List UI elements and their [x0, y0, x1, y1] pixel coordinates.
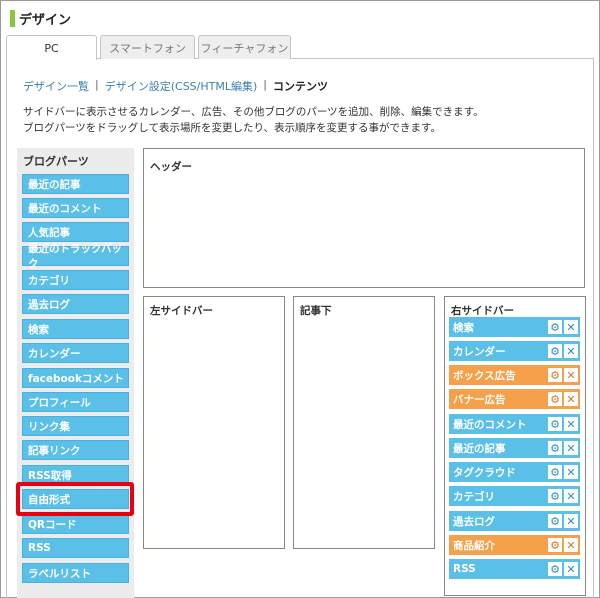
- breadcrumb-design-settings[interactable]: デザイン設定(CSS/HTML編集): [105, 78, 258, 94]
- tab-featurephone[interactable]: フィーチャフォン: [198, 35, 291, 59]
- right-part-archive[interactable]: 過去ログ ⚙ ✕: [449, 511, 580, 531]
- highlight-box-free-format: [16, 482, 134, 516]
- below-article-area[interactable]: 記事下: [293, 296, 435, 549]
- close-icon[interactable]: ✕: [564, 368, 578, 382]
- right-part-recent-articles[interactable]: 最近の記事 ⚙ ✕: [449, 438, 580, 458]
- blog-part-rss[interactable]: RSS: [22, 538, 129, 558]
- header-area-label: ヘッダー: [150, 161, 192, 173]
- right-part-label: 過去ログ: [453, 515, 495, 528]
- right-part-label: 最近の記事: [453, 442, 506, 455]
- right-part-label: 商品紹介: [453, 539, 495, 552]
- right-part-label: 最近のコメント: [453, 418, 527, 431]
- tab-pc[interactable]: PC: [6, 35, 97, 60]
- close-icon[interactable]: ✕: [564, 562, 578, 576]
- blog-part-popular-articles[interactable]: 人気記事: [22, 222, 129, 242]
- blog-part-facebook-comments[interactable]: facebookコメント: [22, 368, 129, 388]
- description-line-2: ブログパーツをドラッグして表示場所を変更したり、表示順序を変更する事ができます。: [23, 122, 442, 134]
- breadcrumb-design-list[interactable]: デザイン一覧: [23, 78, 89, 94]
- blog-part-recent-articles[interactable]: 最近の記事: [22, 174, 129, 194]
- blog-part-recent-trackbacks[interactable]: 最近のトラックバック: [22, 243, 129, 270]
- gear-icon[interactable]: ⚙: [548, 514, 562, 528]
- right-part-recent-comments[interactable]: 最近のコメント ⚙ ✕: [449, 414, 580, 434]
- right-part-label: RSS: [453, 563, 476, 575]
- below-article-label: 記事下: [300, 305, 332, 317]
- right-part-label: タグクラウド: [453, 466, 516, 479]
- description-line-1: サイドバーに表示させるカレンダー、広告、その他ブログのパーツを追加、削除、編集で…: [23, 106, 484, 118]
- left-sidebar-area[interactable]: 左サイドバー: [143, 296, 285, 549]
- close-icon[interactable]: ✕: [564, 392, 578, 406]
- gear-icon[interactable]: ⚙: [548, 320, 562, 334]
- right-part-box-ad[interactable]: ボックス広告 ⚙ ✕: [449, 365, 580, 385]
- gear-icon[interactable]: ⚙: [548, 417, 562, 431]
- right-part-label: カテゴリ: [453, 490, 495, 503]
- page-title: デザイン: [19, 12, 72, 28]
- device-tabs: PC スマートフォン フィーチャフォン: [6, 35, 294, 60]
- close-icon[interactable]: ✕: [564, 514, 578, 528]
- right-part-label: ボックス広告: [453, 369, 516, 382]
- close-icon[interactable]: ✕: [564, 441, 578, 455]
- breadcrumb: デザイン一覧 | デザイン設定(CSS/HTML編集) | コンテンツ: [23, 78, 328, 94]
- right-part-banner-ad[interactable]: バナー広告 ⚙ ✕: [449, 389, 580, 409]
- header-area[interactable]: ヘッダー: [143, 148, 585, 288]
- right-part-label: 検索: [453, 321, 474, 334]
- right-part-label: バナー広告: [453, 393, 506, 406]
- gear-icon[interactable]: ⚙: [548, 344, 562, 358]
- gear-icon[interactable]: ⚙: [548, 441, 562, 455]
- blog-part-links[interactable]: リンク集: [22, 416, 129, 436]
- close-icon[interactable]: ✕: [564, 489, 578, 503]
- blog-part-archive[interactable]: 過去ログ: [22, 294, 129, 314]
- left-sidebar-label: 左サイドバー: [150, 305, 213, 317]
- blog-parts-panel: ブログパーツ 最近の記事 最近のコメント 人気記事 最近のトラックバック カテゴ…: [17, 148, 134, 598]
- right-part-tag-cloud[interactable]: タグクラウド ⚙ ✕: [449, 462, 580, 482]
- gear-icon[interactable]: ⚙: [548, 489, 562, 503]
- right-part-category[interactable]: カテゴリ ⚙ ✕: [449, 486, 580, 506]
- right-sidebar-area[interactable]: 右サイドバー 検索 ⚙ ✕ カレンダー ⚙ ✕ ボックス広告 ⚙ ✕ バナー広告…: [444, 296, 586, 596]
- right-part-search[interactable]: 検索 ⚙ ✕: [449, 317, 580, 337]
- close-icon[interactable]: ✕: [564, 320, 578, 334]
- close-icon[interactable]: ✕: [564, 417, 578, 431]
- gear-icon[interactable]: ⚙: [548, 538, 562, 552]
- close-icon[interactable]: ✕: [564, 538, 578, 552]
- right-part-product[interactable]: 商品紹介 ⚙ ✕: [449, 535, 580, 555]
- right-part-label: カレンダー: [453, 345, 506, 358]
- gear-icon[interactable]: ⚙: [548, 392, 562, 406]
- heading-accent-bar: [10, 9, 15, 27]
- gear-icon[interactable]: ⚙: [548, 368, 562, 382]
- right-part-rss[interactable]: RSS ⚙ ✕: [449, 559, 580, 579]
- blog-part-recent-comments[interactable]: 最近のコメント: [22, 198, 129, 218]
- blog-part-label-list[interactable]: ラベルリスト: [22, 563, 129, 583]
- description: サイドバーに表示させるカレンダー、広告、その他ブログのパーツを追加、削除、編集で…: [23, 104, 484, 136]
- right-part-calendar[interactable]: カレンダー ⚙ ✕: [449, 341, 580, 361]
- breadcrumb-current: コンテンツ: [272, 80, 328, 93]
- close-icon[interactable]: ✕: [564, 465, 578, 479]
- blog-part-calendar[interactable]: カレンダー: [22, 343, 129, 363]
- tab-smartphone[interactable]: スマートフォン: [100, 35, 195, 59]
- blog-part-category[interactable]: カテゴリ: [22, 270, 129, 290]
- blog-part-qr-code[interactable]: QRコード: [22, 514, 129, 534]
- right-sidebar-label: 右サイドバー: [451, 305, 514, 317]
- breadcrumb-separator: |: [263, 78, 267, 91]
- blog-part-profile[interactable]: プロフィール: [22, 392, 129, 412]
- close-icon[interactable]: ✕: [564, 344, 578, 358]
- gear-icon[interactable]: ⚙: [548, 465, 562, 479]
- gear-icon[interactable]: ⚙: [548, 562, 562, 576]
- blog-part-search[interactable]: 検索: [22, 319, 129, 339]
- page-heading: デザイン: [10, 9, 72, 28]
- blog-parts-title: ブログパーツ: [23, 155, 89, 168]
- breadcrumb-separator: |: [95, 78, 99, 91]
- blog-part-article-links[interactable]: 記事リンク: [22, 440, 129, 460]
